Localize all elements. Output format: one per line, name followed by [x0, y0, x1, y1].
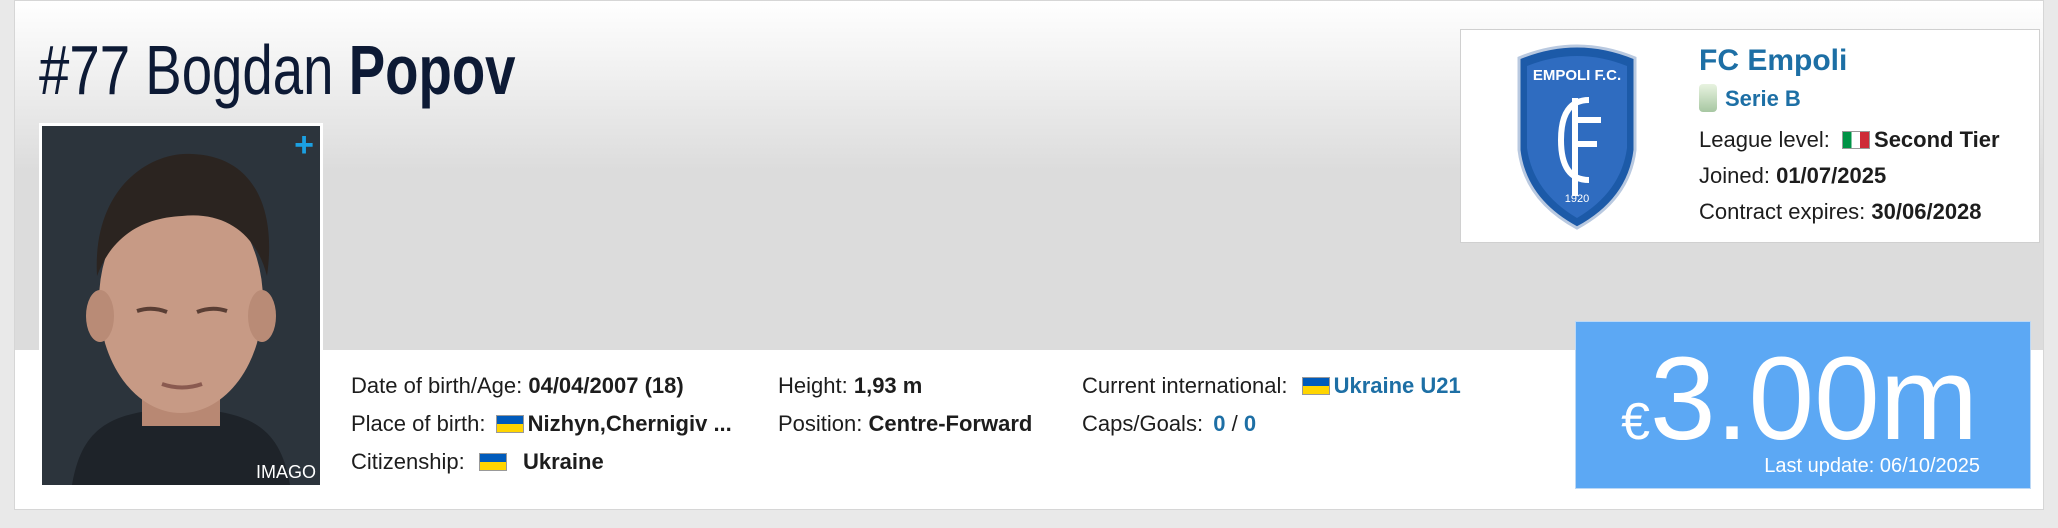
- international-row: Current international: Ukraine U21: [1082, 367, 1461, 405]
- player-photo[interactable]: + IMAGO: [39, 123, 323, 488]
- market-value-last-update: Last update: 06/10/2025: [1764, 455, 1980, 477]
- market-value-box[interactable]: €3.00m Last update: 06/10/2025: [1575, 321, 2031, 489]
- league-level-row: League level: Second Tier: [1699, 122, 2000, 158]
- contract-value: 30/06/2028: [1871, 199, 1982, 224]
- position-label: Position:: [778, 411, 863, 436]
- photo-credit: IMAGO: [255, 462, 316, 482]
- position-row: Position: Centre-Forward: [778, 405, 1032, 443]
- player-portrait-image: [42, 126, 320, 485]
- player-title: #77 Bogdan Popov: [39, 25, 516, 115]
- crest-year: 1920: [1565, 193, 1589, 205]
- italy-flag-icon: [1842, 131, 1871, 149]
- goals-link[interactable]: 0: [1244, 411, 1256, 436]
- joined-value: 01/07/2025: [1776, 163, 1887, 188]
- dob-value: 04/04/2007 (18): [528, 373, 684, 398]
- market-value-amount: 3.00m: [1650, 333, 1978, 465]
- market-value: €3.00m: [1621, 340, 1978, 458]
- contract-row: Contract expires: 30/06/2028: [1699, 194, 2000, 230]
- league-level-label: League level:: [1699, 127, 1830, 152]
- club-info-box: EMPOLI F.C. 1920 FC Empoli Serie B Leagu…: [1460, 29, 2040, 243]
- international-team-link[interactable]: Ukraine U21: [1334, 373, 1461, 398]
- league-level-value: Second Tier: [1874, 127, 2000, 152]
- shirt-number: #77: [39, 31, 131, 109]
- height-value: 1,93 m: [853, 373, 923, 398]
- club-crest-icon[interactable]: EMPOLI F.C. 1920: [1509, 40, 1645, 230]
- caps-link[interactable]: 0: [1213, 411, 1225, 436]
- caps-goals-separator: /: [1231, 411, 1238, 436]
- joined-label: Joined:: [1699, 163, 1770, 188]
- player-last-name: Popov: [348, 31, 516, 109]
- league-trophy-icon: [1699, 84, 1717, 112]
- citizenship-label: Citizenship:: [351, 449, 465, 474]
- ukraine-flag-icon: [478, 453, 507, 471]
- currency-symbol: €: [1621, 393, 1651, 451]
- international-label: Current international:: [1082, 373, 1288, 398]
- player-header-card: #77 Bogdan Popov + IMAGO Date of birth/A…: [14, 0, 2044, 510]
- caps-goals-label: Caps/Goals:: [1082, 411, 1204, 436]
- pob-row: Place of birth: Nizhyn,Chernigiv ...: [351, 405, 732, 443]
- player-first-name: Bogdan: [145, 31, 334, 109]
- info-column-personal: Date of birth/Age: 04/04/2007 (18) Place…: [351, 367, 732, 481]
- citizenship-row: Citizenship: Ukraine: [351, 443, 732, 481]
- joined-row: Joined: 01/07/2025: [1699, 158, 2000, 194]
- ukraine-flag-icon: [1301, 377, 1330, 395]
- contract-label: Contract expires:: [1699, 199, 1866, 224]
- dob-row: Date of birth/Age: 04/04/2007 (18): [351, 367, 732, 405]
- info-column-international: Current international: Ukraine U21 Caps/…: [1082, 367, 1461, 443]
- height-row: Height: 1,93 m: [778, 367, 1032, 405]
- add-photo-icon[interactable]: +: [294, 128, 314, 162]
- crest-top-text: EMPOLI F.C.: [1533, 67, 1621, 84]
- pob-value: Nizhyn,Chernigiv ...: [527, 411, 732, 436]
- dob-label: Date of birth/Age:: [351, 373, 523, 398]
- league-row: Serie B: [1699, 84, 1801, 112]
- height-label: Height:: [778, 373, 848, 398]
- club-name-link[interactable]: FC Empoli: [1699, 44, 1847, 78]
- citizenship-value: Ukraine: [522, 449, 604, 474]
- pob-label: Place of birth:: [351, 411, 486, 436]
- club-details: League level: Second Tier Joined: 01/07/…: [1699, 122, 2000, 230]
- caps-goals-row: Caps/Goals: 0 / 0: [1082, 405, 1461, 443]
- info-column-physical: Height: 1,93 m Position: Centre-Forward: [778, 367, 1032, 443]
- position-value: Centre-Forward: [868, 411, 1033, 436]
- ukraine-flag-icon: [495, 415, 524, 433]
- league-link[interactable]: Serie B: [1725, 86, 1801, 111]
